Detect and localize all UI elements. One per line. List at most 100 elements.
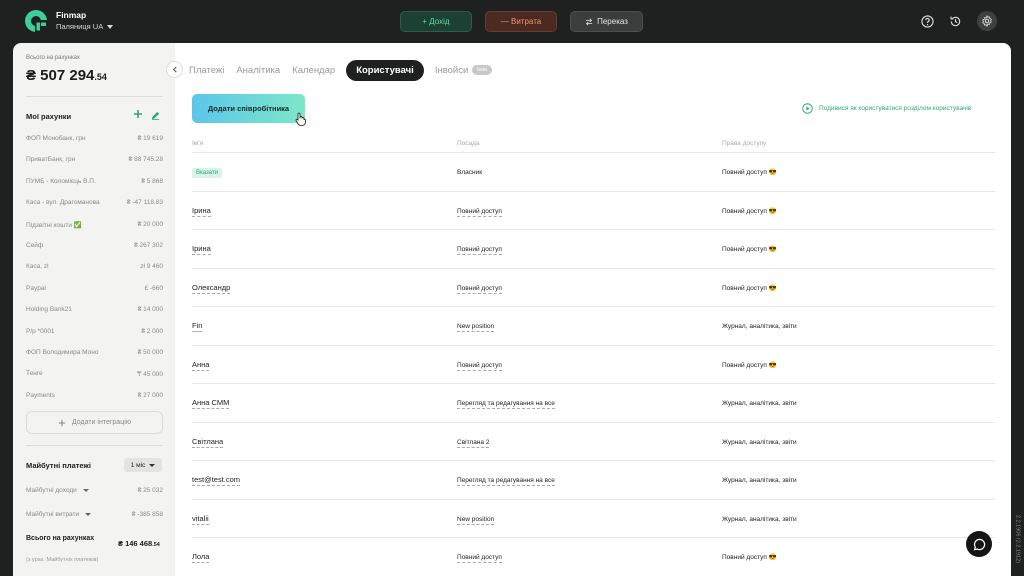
total-value: ₴ 507 294.54	[26, 67, 107, 84]
name-cell: Ірина	[192, 244, 457, 256]
history-button[interactable]	[945, 11, 965, 31]
account-row[interactable]: Тенге ₸ 45 000	[26, 370, 163, 378]
finmap-logo-icon	[25, 10, 48, 33]
add-expense-button[interactable]: — Витрата	[485, 11, 557, 32]
play-circle-icon	[802, 103, 813, 114]
column-name: Ім'я	[192, 139, 204, 147]
position-link[interactable]: Повний доступ	[457, 361, 502, 371]
user-name-link[interactable]: Ірина	[192, 244, 211, 256]
table-row: Лола Повний доступ Повний доступ 😎	[192, 538, 995, 576]
rights-cell: Журнал, аналітика, звіти	[722, 398, 995, 407]
access-rights: Повний доступ 😎	[722, 284, 777, 292]
account-name: Сейф	[26, 242, 44, 249]
future-expense-row[interactable]: Майбутні витрати ₴ -385 858	[26, 511, 163, 518]
chevron-down-icon	[82, 488, 89, 492]
account-balance: ₴ 27 000	[137, 391, 163, 399]
tab-calendar[interactable]: Календар	[291, 65, 336, 76]
add-integration-button[interactable]: Додати інтеграцію	[26, 411, 163, 434]
account-row[interactable]: Сейф ₴ 267 302	[26, 242, 163, 249]
name-cell: Світлана	[192, 436, 457, 448]
rights-cell: Журнал, аналітика, звіти	[722, 475, 995, 484]
account-row[interactable]: Holding Bank21 ₴ 14 000	[26, 306, 163, 313]
tab-invoices[interactable]: Інвойси beta	[434, 65, 493, 76]
add-account-icon[interactable]	[133, 109, 143, 119]
position-link[interactable]: Власник	[457, 169, 482, 176]
user-name-link[interactable]: Лола	[192, 552, 210, 564]
table-row: Ірина Повний доступ Повний доступ 😎	[192, 192, 995, 230]
user-name-link[interactable]: Олександр	[192, 282, 231, 294]
user-name-link[interactable]: Світлана	[192, 436, 224, 448]
help-button[interactable]	[917, 11, 937, 31]
account-row[interactable]: ПУМБ - Коломієць В.П. ₴ 5 868	[26, 178, 163, 185]
edit-accounts-icon[interactable]	[151, 111, 160, 120]
tab-payments[interactable]: Платежі	[188, 65, 225, 76]
account-balance: ₴ 20 000	[137, 220, 163, 228]
chat-button[interactable]	[966, 531, 992, 557]
user-name-link[interactable]: vitalii	[192, 513, 209, 525]
rights-cell: Повний доступ 😎	[722, 167, 995, 176]
account-row[interactable]: ПриватБанк, грн ₴ 88 745.28	[26, 156, 163, 163]
future-income-row[interactable]: Майбутні доходи ₴ 25 032	[26, 487, 163, 494]
name-cell: Лола	[192, 552, 457, 564]
access-rights: Повний доступ 😎	[722, 554, 777, 562]
account-name: Р/р *0001	[26, 327, 55, 335]
users-guide-link[interactable]: Подивися як користуватися розділом корис…	[802, 103, 971, 114]
position-link[interactable]: Повний доступ	[457, 246, 502, 256]
brand-name: Finmap	[56, 10, 87, 20]
collapse-sidebar-button[interactable]	[166, 61, 183, 78]
account-name: ПриватБанк, грн	[26, 156, 76, 164]
user-name-link[interactable]: Анна СММ	[192, 398, 230, 410]
company-name: Паляниця UA	[56, 22, 104, 31]
position-link[interactable]: Світлана 2	[457, 438, 490, 448]
account-balance: zł 9 460	[140, 263, 163, 271]
rights-cell: Повний доступ 😎	[722, 244, 995, 253]
account-name: Каса - вул. Драгоманова	[26, 199, 100, 207]
name-cell: vitalii	[192, 513, 457, 525]
users-table: Ім'я Посада Права доступу Вказати Власник…	[192, 134, 995, 576]
user-name-link[interactable]: test@test.com	[192, 475, 241, 487]
access-rights: Журнал, аналітика, звіти	[722, 323, 797, 331]
user-name-link[interactable]: Fin	[192, 321, 203, 333]
user-name-link[interactable]: Ірина	[192, 205, 211, 217]
position-cell: Повний доступ	[457, 552, 722, 564]
access-rights: Журнал, аналітика, звіти	[722, 515, 797, 523]
account-balance: ₴ 88 745.28	[128, 156, 163, 164]
account-name: Підзвітні кошти ✅	[26, 221, 82, 229]
specify-name-button[interactable]: Вказати	[192, 168, 223, 179]
version-label: 2.2.1906 (2.2.1912)	[1014, 514, 1021, 563]
account-row[interactable]: ФОП Монобанк, грн ₴ 19 619	[26, 135, 163, 142]
company-selector[interactable]: Паляниця UA	[56, 22, 114, 31]
position-link[interactable]: New position	[457, 323, 495, 333]
account-row[interactable]: Підзвітні кошти ✅ ₴ 20 000	[26, 221, 163, 229]
account-row[interactable]: Р/р *0001 ₴ 2 000	[26, 328, 163, 335]
position-link[interactable]: Перегляд та редагування на все	[457, 477, 555, 487]
position-link[interactable]: Перегляд та редагування на все	[457, 400, 555, 410]
settings-button[interactable]	[977, 11, 997, 31]
add-income-button[interactable]: + Дохід	[400, 11, 472, 32]
period-select[interactable]: 1 міс	[124, 458, 162, 472]
balance-cents: .54	[152, 542, 160, 548]
account-row[interactable]: Payments ₴ 27 000	[26, 392, 163, 399]
position-link[interactable]: Повний доступ	[457, 207, 502, 217]
user-name-link[interactable]: Анна	[192, 359, 210, 371]
add-transfer-button[interactable]: Переказ	[570, 11, 643, 32]
account-row[interactable]: ФОП Володимира Моно ₴ 50 000	[26, 349, 163, 356]
account-name: ПУМБ - Коломієць В.П.	[26, 177, 96, 185]
position-link[interactable]: Повний доступ	[457, 284, 502, 294]
future-expense-value: ₴ -385 858	[131, 511, 163, 518]
account-row[interactable]: Каса, zl zł 9 460	[26, 263, 163, 270]
account-name: Paypal	[26, 284, 46, 292]
table-row: Анна Повний доступ Повний доступ 😎	[192, 346, 995, 384]
table-row: Світлана Світлана 2 Журнал, аналітика, зві…	[192, 423, 995, 461]
account-row[interactable]: Каса - вул. Драгоманова ₴ -47 118.83	[26, 199, 163, 206]
position-cell: Повний доступ	[457, 244, 722, 256]
position-cell: Перегляд та редагування на все	[457, 475, 722, 487]
account-name: Holding Bank21	[26, 306, 72, 314]
tab-analytics[interactable]: Аналітика	[235, 65, 281, 76]
position-link[interactable]: New position	[457, 515, 495, 525]
account-row[interactable]: Paypal £ -660	[26, 285, 163, 292]
position-link[interactable]: Повний доступ	[457, 554, 502, 564]
add-employee-button[interactable]: Додати співробітника	[192, 94, 305, 123]
divider	[26, 96, 163, 97]
tab-users[interactable]: Користувачі	[346, 60, 424, 81]
